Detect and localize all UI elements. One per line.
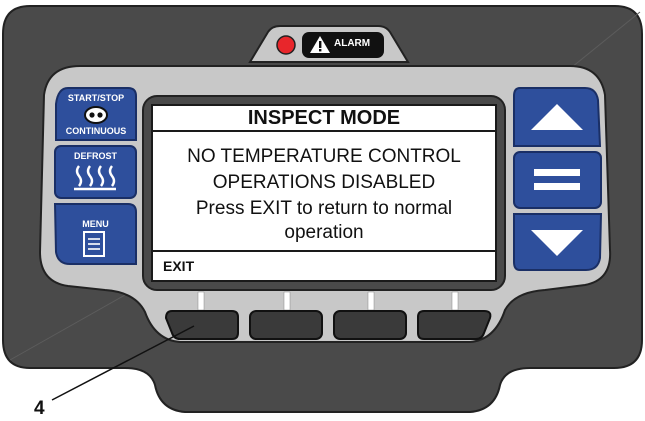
select-button[interactable] — [513, 151, 602, 209]
defrost-label: DEFROST — [73, 151, 117, 161]
softkey-label-bar: EXIT — [153, 250, 495, 280]
alarm-led — [276, 35, 296, 55]
menu-icon — [83, 231, 105, 257]
screen-line-1: NO TEMPERATURE CONTROL — [187, 146, 461, 167]
screen-line-2: OPERATIONS DISABLED — [212, 172, 436, 193]
softkey-3[interactable] — [333, 310, 407, 340]
start-stop-icon — [84, 106, 108, 124]
callout-number: 4 — [34, 398, 45, 419]
controller-panel: START/STOP CONTINUOUS DEFROST MENU ALARM… — [0, 0, 645, 421]
softkey-2[interactable] — [249, 310, 323, 340]
lcd-screen: INSPECT MODE NO TEMPERATURE CONTROL OPER… — [151, 104, 497, 282]
continuous-label: CONTINUOUS — [65, 126, 127, 136]
start-stop-label: START/STOP — [67, 93, 125, 103]
alarm-label: ALARM — [334, 38, 371, 49]
screen-title: INSPECT MODE — [153, 106, 495, 132]
menu-label: MENU — [82, 219, 109, 229]
screen-line-4: operation — [284, 222, 364, 243]
exit-softkey-label: EXIT — [163, 258, 195, 274]
softkey-4[interactable] — [417, 310, 492, 340]
screen-line-3: Press EXIT to return to normal — [195, 198, 453, 219]
